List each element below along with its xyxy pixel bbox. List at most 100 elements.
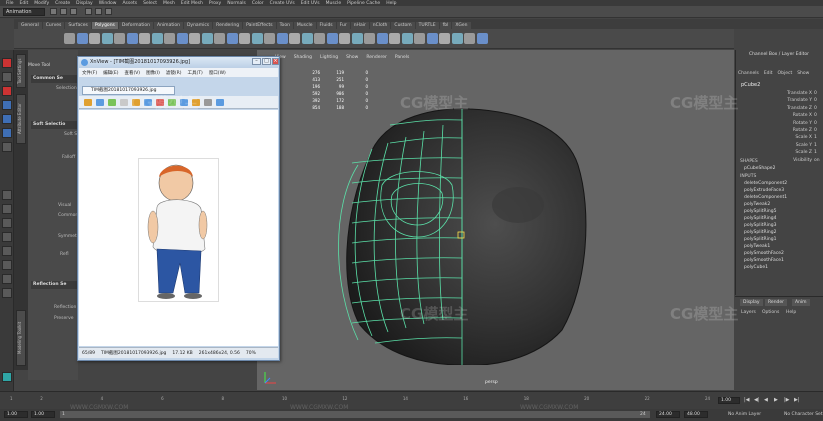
poly-shelf-tool-icon[interactable] xyxy=(126,33,138,44)
poly-shelf-tool-icon[interactable] xyxy=(214,33,225,44)
mode-select[interactable]: Animation xyxy=(3,8,45,16)
poly-shelf-tool-icon[interactable] xyxy=(401,33,413,44)
channel-translate-x[interactable]: Translate X xyxy=(760,91,812,96)
channel-menu-edit[interactable]: Edit xyxy=(764,71,773,76)
poly-shelf-tool-icon[interactable] xyxy=(114,33,125,44)
channel-value[interactable]: 0 xyxy=(814,128,817,133)
menu-item-proxy[interactable]: Proxy xyxy=(209,1,221,6)
shelf-tab-custom[interactable]: Custom xyxy=(391,22,415,29)
menu-item-modify[interactable]: Modify xyxy=(34,1,49,6)
shelf-tab-polygons[interactable]: Polygons xyxy=(91,22,118,29)
poly-shelf-tool-icon[interactable] xyxy=(314,33,325,44)
input-node[interactable]: polyExtrudeFace3 xyxy=(744,188,784,193)
step-forward-icon[interactable]: |▶ xyxy=(784,397,790,403)
select-component-icon[interactable] xyxy=(105,8,112,15)
input-node[interactable]: polySmoothFace1 xyxy=(744,258,784,263)
menu-item-edit-mesh[interactable]: Edit Mesh xyxy=(181,1,203,6)
layers-menu[interactable]: Layers xyxy=(741,310,756,315)
channel-menu-object[interactable]: Object xyxy=(778,71,793,76)
poly-shelf-tool-icon[interactable] xyxy=(414,33,425,44)
channel-value[interactable]: 0 xyxy=(814,98,817,103)
channel-value[interactable]: 0 xyxy=(814,106,817,111)
shelf-tab-general[interactable]: General xyxy=(18,22,42,29)
channel-value[interactable]: on xyxy=(814,158,820,163)
save-scene-icon[interactable] xyxy=(70,8,77,15)
input-node[interactable]: polyCube1 xyxy=(744,265,768,270)
menu-item-normals[interactable]: Normals xyxy=(227,1,246,6)
menu-item-select[interactable]: Select xyxy=(143,1,157,6)
xnview-toolbar-icon[interactable] xyxy=(96,99,104,106)
end-time-field[interactable]: 48.00 xyxy=(684,411,708,418)
command-icon[interactable] xyxy=(2,372,12,382)
channel-menu-channels[interactable]: Channels xyxy=(738,71,759,76)
menu-item-create[interactable]: Create xyxy=(55,1,70,6)
paint-select-icon[interactable] xyxy=(2,86,12,96)
poly-shelf-tool-icon[interactable] xyxy=(426,33,438,44)
select-tool-icon[interactable] xyxy=(2,58,12,68)
lasso-tool-icon[interactable] xyxy=(2,72,12,82)
selected-object-name[interactable]: pCube2 xyxy=(741,82,760,88)
poly-shelf-tool-icon[interactable] xyxy=(189,33,200,44)
anim-layer-select[interactable]: No Anim Layer xyxy=(728,412,761,417)
viewport-menu-show[interactable]: Show xyxy=(346,55,358,60)
menu-item-create-uvs[interactable]: Create UVs xyxy=(270,1,295,6)
xnview-toolbar-icon[interactable] xyxy=(84,99,92,106)
poly-shelf-tool-icon[interactable] xyxy=(326,33,338,44)
shelf-tab-surfaces[interactable]: Surfaces xyxy=(65,22,91,29)
menu-item-edit[interactable]: Edit xyxy=(20,1,29,6)
menu-item-color[interactable]: Color xyxy=(252,1,264,6)
section-soft-selection[interactable]: Soft Selectio xyxy=(31,121,77,129)
poly-shelf-tool-icon[interactable] xyxy=(101,33,113,44)
hypershade-layout-icon[interactable] xyxy=(2,246,12,256)
uv-layout-icon[interactable] xyxy=(2,274,12,284)
tab-modeling-toolkit[interactable]: Modeling Toolkit xyxy=(16,310,26,366)
xnview-menu-item[interactable]: 滤镜(R) xyxy=(166,70,182,76)
shelf-tab-deformation[interactable]: Deformation xyxy=(118,22,153,29)
maximize-button[interactable]: □ xyxy=(262,58,271,65)
poly-shelf-tool-icon[interactable] xyxy=(276,33,288,44)
last-tool-icon[interactable] xyxy=(2,142,12,152)
start-time-field[interactable]: 1.00 xyxy=(4,411,28,418)
channel-scale-x[interactable]: Scale X xyxy=(760,135,812,140)
input-node[interactable]: polySmoothFace2 xyxy=(744,251,784,256)
menu-item-assets[interactable]: Assets xyxy=(122,1,137,6)
poly-shelf-tool-icon[interactable] xyxy=(251,33,263,44)
xnview-menu-item[interactable]: 工具(T) xyxy=(188,70,203,76)
poly-shelf-tool-icon[interactable] xyxy=(176,33,188,44)
xnview-menu-item[interactable]: 窗口(W) xyxy=(209,70,226,76)
poly-shelf-tool-icon[interactable] xyxy=(226,33,238,44)
section-common-selection[interactable]: Common Se xyxy=(31,75,77,83)
poly-shelf-tool-icon[interactable] xyxy=(351,33,363,44)
channel-value[interactable]: 0 xyxy=(814,91,817,96)
shelf-tab-rendering[interactable]: Rendering xyxy=(213,22,243,29)
channel-menu-show[interactable]: Show xyxy=(797,71,809,76)
poly-shelf-tool-icon[interactable] xyxy=(139,33,150,44)
custom-layout-icon[interactable] xyxy=(2,288,12,298)
poly-shelf-tool-icon[interactable] xyxy=(151,33,163,44)
shelf-tab-animation[interactable]: Animation xyxy=(154,22,183,29)
menu-item-help[interactable]: Help xyxy=(386,1,396,6)
play-back-icon[interactable]: ◀ xyxy=(764,397,770,403)
shape-node[interactable]: pCubeShape2 xyxy=(744,166,775,171)
shelf-tab-fbl[interactable]: fbl xyxy=(439,22,452,29)
poly-shelf-tool-icon[interactable] xyxy=(76,33,88,44)
shelf-tab-fur[interactable]: Fur xyxy=(336,22,350,29)
close-button[interactable]: × xyxy=(272,58,279,65)
shelf-tab-fluids[interactable]: Fluids xyxy=(316,22,336,29)
tab-attribute-editor[interactable]: Attribute Editor xyxy=(16,94,26,144)
xnview-menu-item[interactable]: 文件(F) xyxy=(82,70,97,76)
poly-shelf-tool-icon[interactable] xyxy=(476,33,488,44)
xnview-toolbar-icon[interactable] xyxy=(108,99,116,106)
input-node[interactable]: polySplitRing5 xyxy=(744,209,776,214)
menu-item-edit-uvs[interactable]: Edit UVs xyxy=(301,1,320,6)
single-pane-layout-icon[interactable] xyxy=(2,190,12,200)
rotate-tool-icon[interactable] xyxy=(2,114,12,124)
channel-translate-y[interactable]: Translate Y xyxy=(760,98,812,103)
channel-translate-z[interactable]: Translate Z xyxy=(760,106,812,111)
poly-shelf-tool-icon[interactable] xyxy=(464,33,475,44)
channel-scale-y[interactable]: Scale Y xyxy=(760,143,812,148)
character-set-select[interactable]: No Character Set xyxy=(784,412,823,417)
go-to-end-icon[interactable]: ▶| xyxy=(794,397,800,403)
minimize-button[interactable]: – xyxy=(252,58,261,65)
viewport-menu-renderer[interactable]: Renderer xyxy=(366,55,387,60)
